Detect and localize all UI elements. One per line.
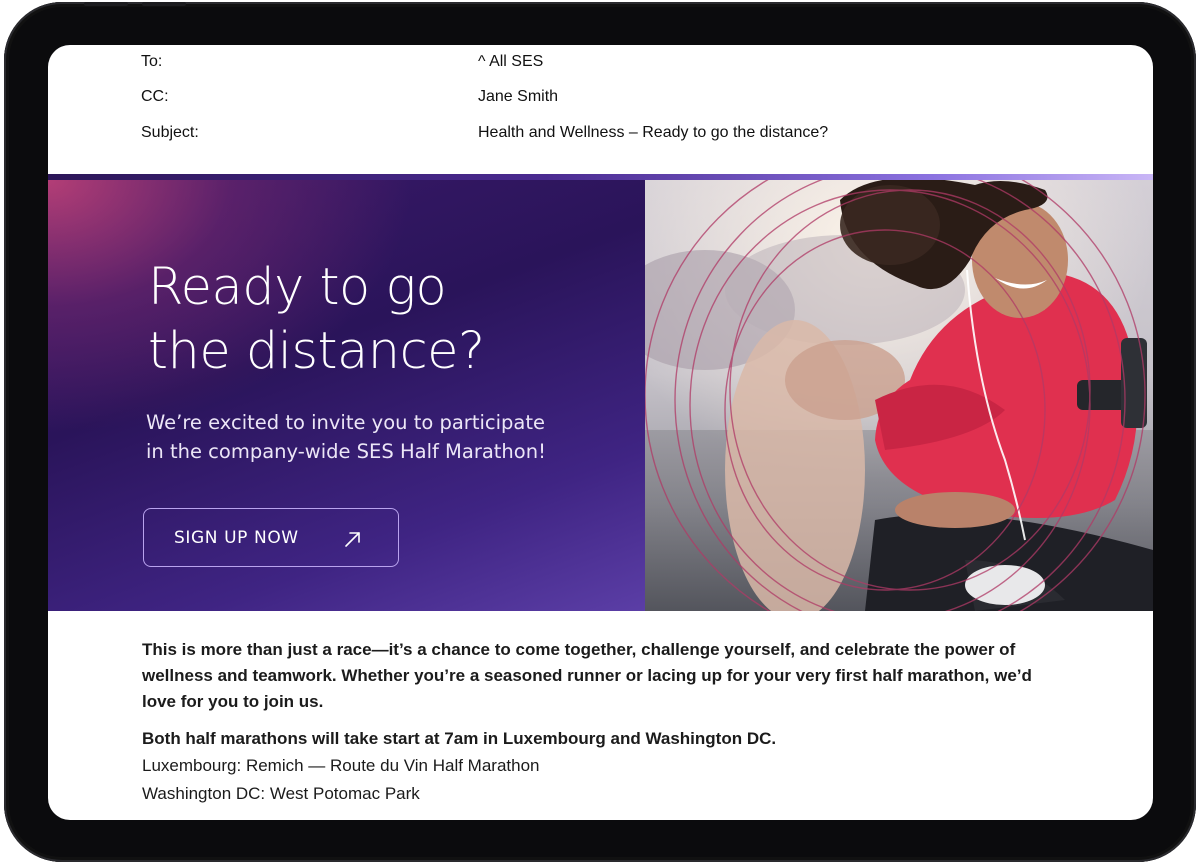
- device-button: [142, 2, 186, 6]
- location-luxembourg: Luxembourg: Remich — Route du Vin Half M…: [142, 756, 540, 775]
- hero-subtitle: We’re excited to invite you to participa…: [146, 408, 546, 466]
- hero-subtitle-line: We’re excited to invite you to participa…: [146, 411, 545, 434]
- subject-value: Health and Wellness – Ready to go the di…: [478, 124, 829, 141]
- device-button: [84, 2, 128, 6]
- to-label: To:: [141, 53, 163, 70]
- email-screen: To: ^ All SES CC: Jane Smith Subject: He…: [48, 45, 1153, 820]
- cc-label: CC:: [141, 88, 169, 105]
- schedule-paragraph: Both half marathons will take start at 7…: [142, 729, 777, 748]
- sign-up-button-label: SIGN UP NOW: [174, 528, 299, 548]
- arrow-up-right-icon: [345, 532, 360, 547]
- hero-title-line: the distance?: [148, 322, 485, 381]
- hero-title: Ready to go the distance?: [148, 256, 485, 384]
- to-value[interactable]: ^ All SES: [478, 53, 543, 71]
- subject-label: Subject:: [141, 124, 199, 141]
- hero-banner: Ready to go the distance? We’re excited …: [48, 174, 1153, 611]
- hero-title-line: Ready to go: [148, 258, 447, 317]
- runner-illustration: [645, 180, 1153, 611]
- runner-stretching-photo: [645, 180, 1153, 611]
- location-washington: Washington DC: West Potomac Park: [142, 784, 420, 803]
- intro-paragraph: This is more than just a race—it’s a cha…: [142, 640, 1032, 711]
- hero-subtitle-line: in the company-wide SES Half Marathon!: [146, 440, 546, 463]
- cc-value[interactable]: Jane Smith: [478, 88, 558, 106]
- hero-text-panel: Ready to go the distance? We’re excited …: [48, 180, 645, 611]
- sign-up-now-button[interactable]: SIGN UP NOW: [143, 508, 399, 567]
